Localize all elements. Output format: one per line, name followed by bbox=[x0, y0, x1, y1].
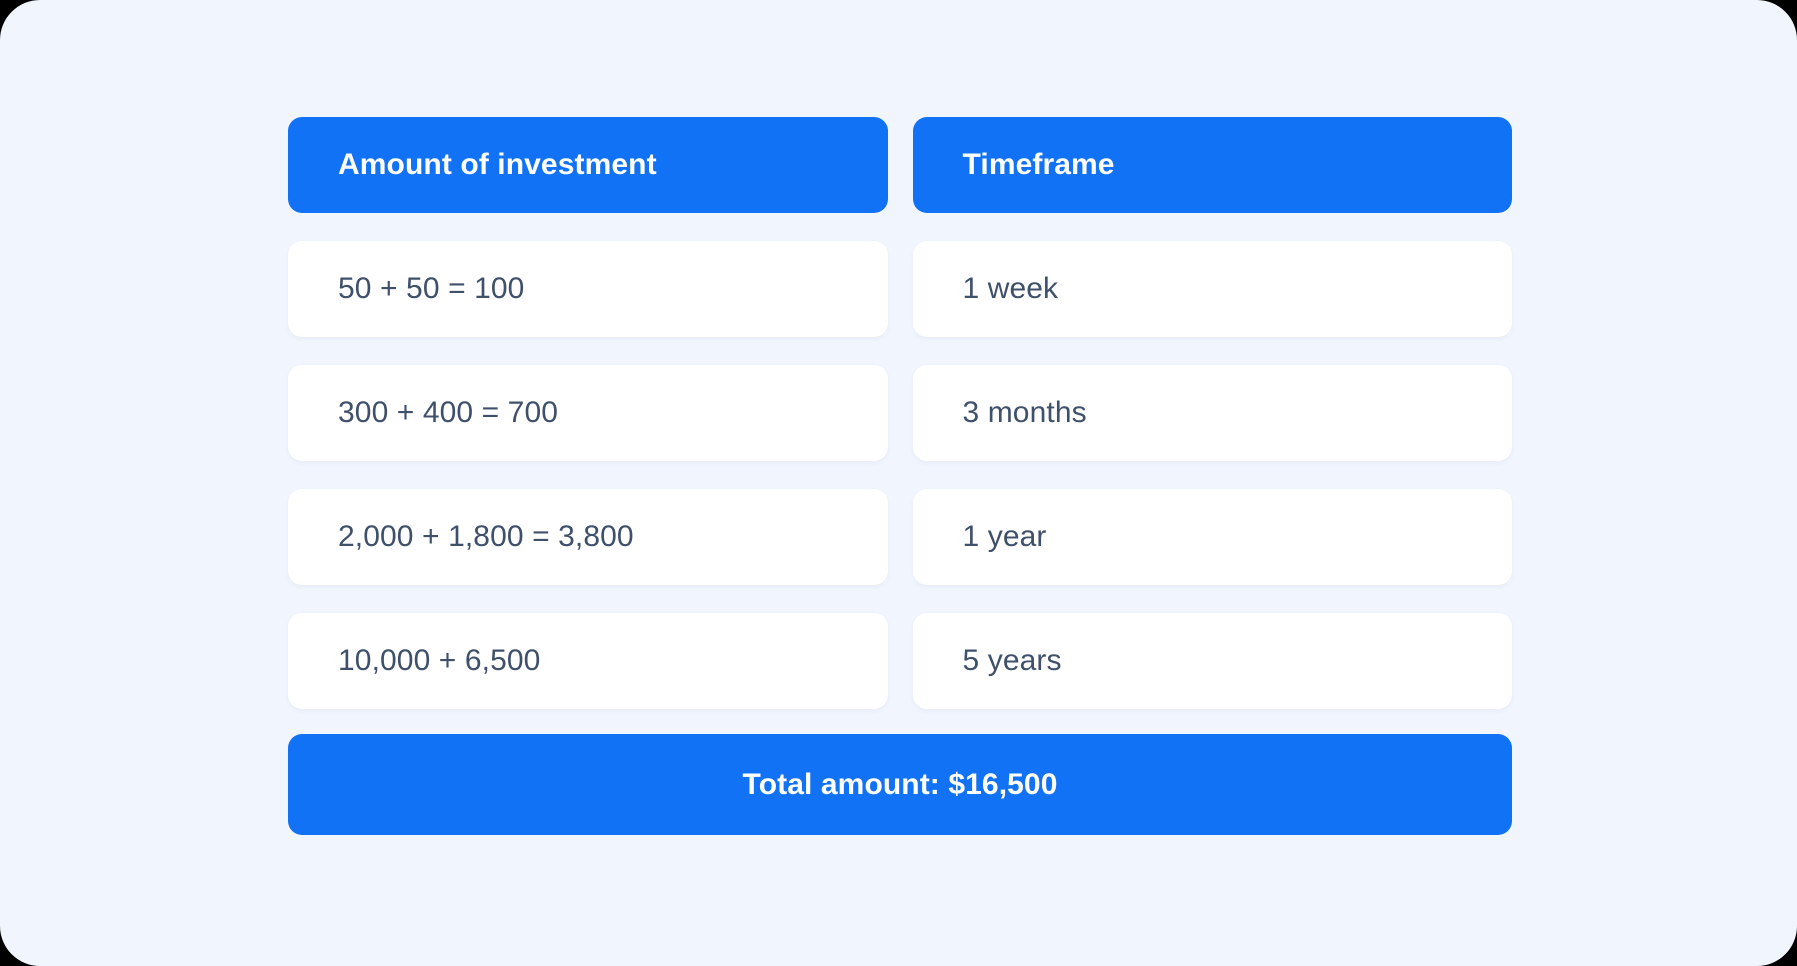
total-amount-bar: Total amount: $16,500 bbox=[288, 734, 1512, 835]
column-header-timeframe: Timeframe bbox=[912, 117, 1512, 213]
table-row: 5 years bbox=[912, 613, 1512, 709]
investment-table-canvas: Amount of investment 50 + 50 = 100 300 +… bbox=[0, 0, 1797, 966]
column-header-amount-of-investment: Amount of investment bbox=[288, 117, 888, 213]
table-row: 3 months bbox=[912, 365, 1512, 461]
table-row: 300 + 400 = 700 bbox=[288, 365, 888, 461]
column-timeframe: Timeframe 1 week 3 months 1 year 5 years bbox=[912, 117, 1512, 709]
column-amount-of-investment: Amount of investment 50 + 50 = 100 300 +… bbox=[288, 117, 888, 709]
investment-table: Amount of investment 50 + 50 = 100 300 +… bbox=[288, 117, 1512, 835]
table-row: 2,000 + 1,800 = 3,800 bbox=[288, 489, 888, 585]
table-row: 1 week bbox=[912, 241, 1512, 337]
table-row: 10,000 + 6,500 bbox=[288, 613, 888, 709]
table-row: 1 year bbox=[912, 489, 1512, 585]
table-columns: Amount of investment 50 + 50 = 100 300 +… bbox=[288, 117, 1512, 709]
table-row: 50 + 50 = 100 bbox=[288, 241, 888, 337]
